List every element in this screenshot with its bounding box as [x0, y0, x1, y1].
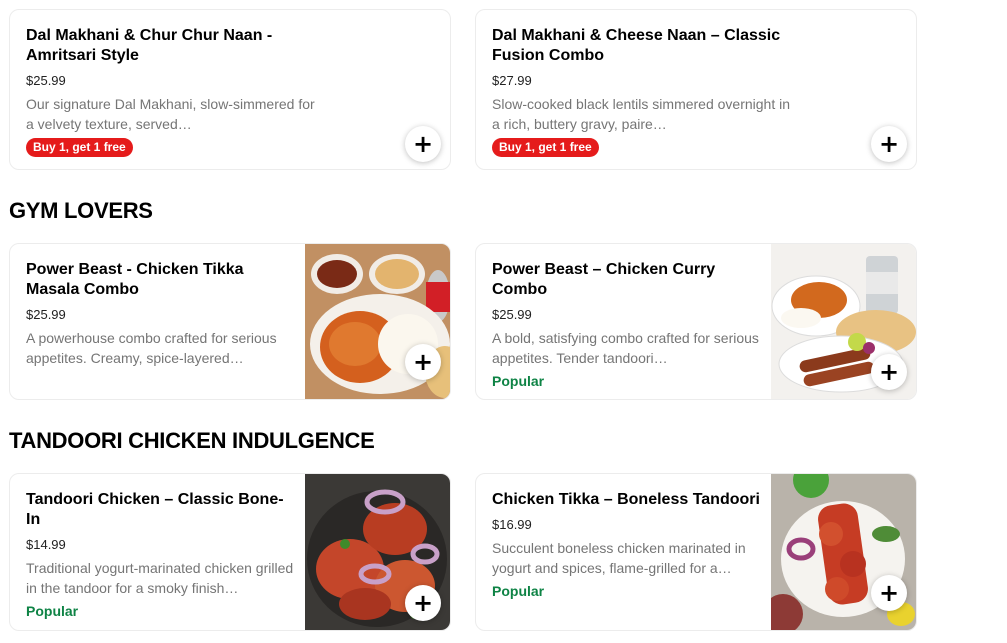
item-title: Power Beast – Chicken Curry Combo [492, 261, 716, 298]
item-description: Our signature Dal Makhani, slow-simmered… [26, 96, 315, 132]
add-to-cart-button[interactable]: + [871, 354, 907, 390]
item-description: A bold, satisfying combo crafted for ser… [492, 330, 759, 366]
plus-icon: + [412, 130, 434, 158]
item-description: Traditional yogurt-marinated chicken gri… [26, 560, 294, 596]
section-title: GYM LOVERS [9, 198, 153, 223]
item-price: $27.99 [492, 73, 532, 88]
item-description: Slow-cooked black lentils simmered overn… [492, 96, 791, 132]
item-price: $25.99 [26, 307, 66, 322]
item-title: Tandoori Chicken – Classic Bone-In [26, 491, 284, 528]
popular-badge: Popular [492, 373, 545, 389]
add-to-cart-button[interactable]: + [405, 344, 441, 380]
item-title: Power Beast - Chicken Tikka Masala Combo [26, 261, 244, 298]
plus-icon: + [412, 589, 434, 617]
promo-badge: Buy 1, get 1 free [492, 138, 599, 157]
item-price: $14.99 [26, 537, 66, 552]
plus-icon: + [878, 130, 900, 158]
menu-item-card[interactable]: Dal Makhani & Cheese Naan – Classic Fusi… [475, 9, 917, 170]
section-title: TANDOORI CHICKEN INDULGENCE [9, 428, 375, 453]
add-to-cart-button[interactable]: + [871, 126, 907, 162]
menu-item-card[interactable]: Tandoori Chicken – Classic Bone-In $14.9… [9, 473, 451, 631]
promo-badge: Buy 1, get 1 free [26, 138, 133, 157]
plus-icon: + [412, 348, 434, 376]
popular-badge: Popular [26, 603, 79, 619]
add-to-cart-button[interactable]: + [405, 126, 441, 162]
menu-item-card[interactable]: Power Beast – Chicken Curry Combo $25.99… [475, 243, 917, 400]
item-title: Dal Makhani & Cheese Naan – Classic Fusi… [492, 27, 781, 64]
menu-item-card[interactable]: Chicken Tikka – Boneless Tandoori $16.99… [475, 473, 917, 631]
item-title: Dal Makhani & Chur Chur Naan - Amritsari… [26, 27, 273, 64]
menu-item-card[interactable]: Dal Makhani & Chur Chur Naan - Amritsari… [9, 9, 451, 170]
item-description: Succulent boneless chicken marinated in … [492, 540, 746, 576]
add-to-cart-button[interactable]: + [871, 575, 907, 611]
item-price: $25.99 [492, 307, 532, 322]
menu-item-card[interactable]: Power Beast - Chicken Tikka Masala Combo… [9, 243, 451, 400]
plus-icon: + [878, 358, 900, 386]
plus-icon: + [878, 579, 900, 607]
item-description: A powerhouse combo crafted for serious a… [26, 330, 277, 366]
item-price: $25.99 [26, 73, 66, 88]
item-price: $16.99 [492, 517, 532, 532]
popular-badge: Popular [492, 583, 545, 599]
add-to-cart-button[interactable]: + [405, 585, 441, 621]
item-title: Chicken Tikka – Boneless Tandoori [492, 491, 760, 508]
